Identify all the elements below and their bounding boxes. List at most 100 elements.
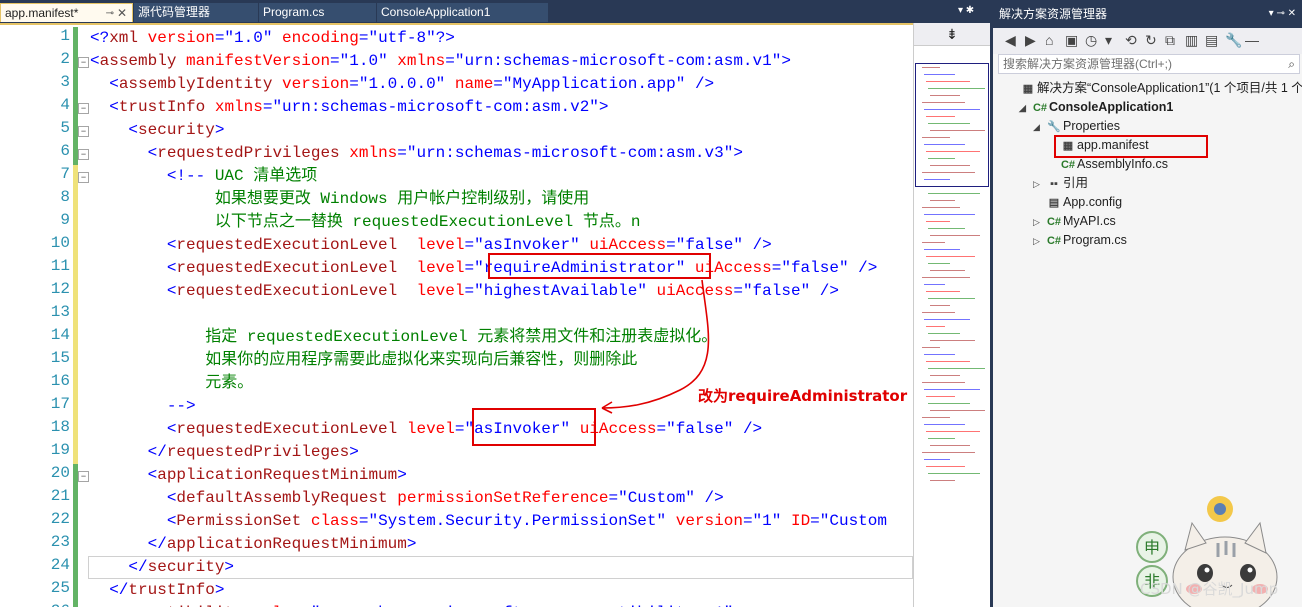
code-line[interactable]: <trustInfo xmlns="urn:schemas-microsoft-… — [90, 96, 608, 119]
tab-program-cs[interactable]: Program.cs — [259, 3, 376, 22]
expand-arrow-icon[interactable]: ◢ — [1033, 118, 1045, 137]
code-map-scrollbar[interactable]: ⇟ — [913, 23, 990, 607]
code-line[interactable]: 以下节点之一替换 requestedExecutionLevel 节点。n — [90, 211, 641, 234]
code-token: 以下节点之一替换 requestedExecutionLevel 节点。n — [90, 213, 641, 231]
line-number: 5 — [60, 119, 70, 137]
annotation-label: 改为requireAdministrator — [698, 387, 908, 405]
code-token: level — [397, 236, 465, 254]
minimap-line — [930, 375, 960, 376]
toolbar-button-icon[interactable]: ◷ — [1085, 32, 1097, 48]
panel-window-icons[interactable]: ▾ ⊸ ✕ — [1269, 0, 1296, 28]
tab-dropdown-icon[interactable]: ▾ ✱ — [958, 5, 974, 16]
pin-icon[interactable]: ⊸ — [106, 4, 114, 22]
code-token: UAC 清单选项 — [205, 167, 318, 185]
code-line[interactable]: <!-- UAC 清单选项 — [90, 165, 317, 188]
close-icon[interactable]: ✕ — [117, 4, 127, 22]
toolbar-button-icon[interactable]: ▶ — [1025, 32, 1036, 48]
tree-item[interactable]: ◢ 🔧 Properties — [1033, 117, 1120, 136]
toolbar-button-icon[interactable]: ▤ — [1205, 32, 1218, 48]
line-number: 17 — [50, 395, 70, 413]
tree-item[interactable]: ▤ App.config — [1033, 193, 1122, 212]
change-tracking-bar — [73, 556, 78, 579]
expand-arrow-icon[interactable]: ▷ — [1033, 232, 1045, 251]
code-token: < — [90, 52, 100, 70]
toolbar-button-icon[interactable]: ◀ — [1005, 32, 1016, 48]
code-line[interactable]: <requestedPrivileges xmlns="urn:schemas-… — [90, 142, 743, 165]
minimap-line — [928, 228, 965, 229]
mascot-badge-1: 申 — [1144, 538, 1160, 557]
code-token: "> — [723, 144, 743, 162]
expand-arrow-icon[interactable]: ◢ — [1019, 99, 1031, 118]
code-line[interactable]: </trustInfo> — [90, 579, 224, 602]
search-input[interactable]: 搜索解决方案资源管理器(Ctrl+;) ⌕ — [998, 54, 1300, 74]
minimap-line — [930, 270, 965, 271]
tree-item[interactable]: ▷ C# Program.cs — [1033, 231, 1127, 250]
expand-arrow-icon[interactable]: ▷ — [1033, 213, 1045, 232]
code-token: urn:schemas-microsoft-com:asm.v3 — [416, 144, 724, 162]
code-line[interactable]: </applicationRequestMinimum> — [90, 533, 417, 556]
code-line[interactable]: <assembly manifestVersion="1.0" xmlns="u… — [90, 50, 791, 73]
code-line[interactable]: --> — [90, 395, 196, 418]
code-token: =" — [771, 259, 791, 277]
tree-item[interactable]: ▷ ▪▪ 引用 — [1033, 174, 1088, 193]
code-line[interactable]: </security> — [90, 556, 234, 579]
breakpoint-margin[interactable] — [0, 25, 20, 607]
toolbar-button-icon[interactable]: ⌂ — [1045, 32, 1053, 48]
toolbar-button-icon[interactable]: 🔧 — [1225, 32, 1242, 48]
tree-item[interactable]: ▷ C# MyAPI.cs — [1033, 212, 1116, 231]
tree-item[interactable]: ◢ C# ConsoleApplication1 — [1019, 98, 1173, 117]
change-tracking-bar — [73, 395, 78, 418]
toolbar-button-icon[interactable]: ▾ — [1105, 32, 1112, 48]
toolbar-button-icon[interactable]: ▣ — [1065, 32, 1078, 48]
document-tab-bar: app.manifest* ⊸ ✕ 源代码管理器 Program.cs Cons… — [0, 0, 990, 23]
fold-toggle-icon[interactable]: − — [78, 103, 89, 114]
change-tracking-bar — [73, 234, 78, 257]
code-line[interactable]: <requestedExecutionLevel level="requireA… — [90, 257, 878, 280]
toolbar-button-icon[interactable]: ⟲ — [1125, 32, 1137, 48]
fold-toggle-icon[interactable]: − — [78, 57, 89, 68]
code-token: " /> — [723, 420, 763, 438]
code-token: Custom — [829, 512, 887, 530]
line-number: 10 — [50, 234, 70, 252]
fold-toggle-icon[interactable]: − — [78, 126, 89, 137]
code-line[interactable]: 如果你的应用程序需要此虚拟化来实现向后兼容性，则删除此 — [90, 349, 637, 372]
code-line[interactable]: <?xml version="1.0" encoding="utf-8"?> — [90, 27, 455, 50]
tab-source-control[interactable]: 源代码管理器 — [134, 3, 258, 22]
code-line[interactable]: </requestedPrivileges> — [90, 441, 359, 464]
code-line[interactable]: <PermissionSet class="System.Security.Pe… — [90, 510, 887, 533]
tab-app-manifest[interactable]: app.manifest* ⊸ ✕ — [0, 3, 133, 22]
code-line[interactable]: <security> — [90, 119, 224, 142]
code-token: < — [90, 144, 158, 162]
code-editor[interactable]: 1 <?xml version="1.0" encoding="utf-8"?> 2… — [0, 23, 913, 607]
toolbar-button-icon[interactable]: ↻ — [1145, 32, 1157, 48]
minimap-viewport[interactable] — [915, 63, 989, 187]
code-token: 1.0.0.0 — [368, 75, 436, 93]
code-line[interactable]: 如果想要更改 Windows 用户帐户控制级别，请使用 — [90, 188, 589, 211]
fold-toggle-icon[interactable]: − — [78, 172, 89, 183]
minimap-line — [926, 431, 980, 432]
search-icon[interactable]: ⌕ — [1288, 55, 1295, 73]
fold-toggle-icon[interactable]: − — [78, 471, 89, 482]
code-token: <!-- — [90, 167, 206, 185]
code-line[interactable]: <applicationRequestMinimum> — [90, 464, 407, 487]
code-line[interactable]: <compatibility xmlns="urn:schemas-micros… — [90, 602, 743, 607]
fold-toggle-icon[interactable]: − — [78, 149, 89, 160]
code-token: trustInfo — [118, 98, 206, 116]
expand-arrow-icon[interactable]: ▷ — [1033, 175, 1045, 194]
change-tracking-bar — [73, 533, 78, 556]
change-tracking-bar — [73, 188, 78, 211]
split-window-icon[interactable]: ⇟ — [914, 23, 990, 46]
toolbar-button-icon[interactable]: ⧉ — [1165, 32, 1175, 48]
code-line[interactable]: <requestedExecutionLevel level="asInvoke… — [90, 418, 762, 441]
tree-item[interactable]: ▦ 解决方案“ConsoleApplication1”(1 个项目/共 1 个 — [1007, 79, 1302, 98]
line-number: 6 — [60, 142, 70, 160]
code-token: =" — [742, 512, 763, 530]
tab-console-application[interactable]: ConsoleApplication1 — [377, 3, 548, 22]
code-token: < — [90, 512, 177, 530]
code-line[interactable]: <assemblyIdentity version="1.0.0.0" name… — [90, 73, 714, 96]
toolbar-button-icon[interactable]: ▥ — [1185, 32, 1198, 48]
code-line[interactable]: <defaultAssemblyRequest permissionSetRef… — [90, 487, 724, 510]
code-token: permissionSetReference — [387, 489, 609, 507]
code-line[interactable]: 元素。 — [90, 372, 253, 395]
toolbar-button-icon[interactable]: — — [1245, 32, 1259, 48]
